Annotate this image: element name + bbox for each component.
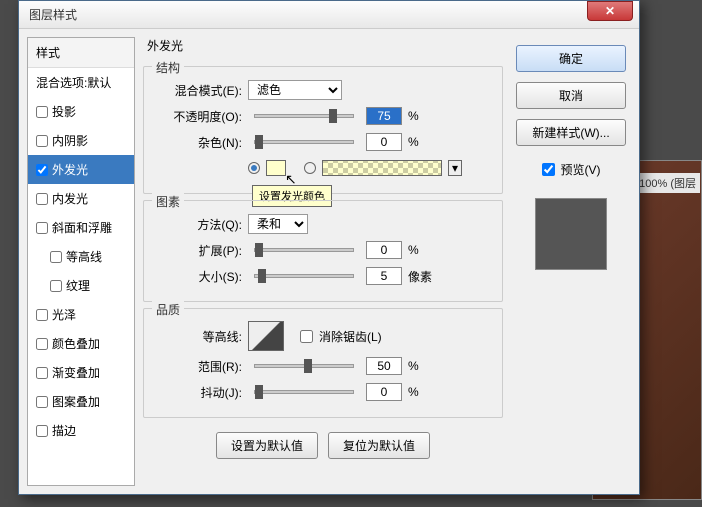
opacity-unit: % <box>408 109 419 123</box>
noise-label: 杂色(N): <box>156 134 242 151</box>
titlebar[interactable]: 图层样式 ✕ <box>19 1 639 29</box>
technique-select[interactable]: 柔和 <box>248 214 308 234</box>
checkbox-inner-shadow[interactable] <box>36 135 48 147</box>
glow-gradient-swatch[interactable] <box>322 160 442 176</box>
group-quality: 品质 等高线: 消除锯齿(L) 范围(R): 50 % 抖动(J): <box>143 308 503 418</box>
size-unit: 像素 <box>408 268 432 285</box>
window-title: 图层样式 <box>29 6 77 23</box>
jitter-slider[interactable] <box>254 390 354 394</box>
sidebar-blend-defaults[interactable]: 混合选项:默认 <box>28 68 134 97</box>
panel-title: 外发光 <box>147 37 503 54</box>
contour-label: 等高线: <box>156 328 242 345</box>
sidebar-item-bevel[interactable]: 斜面和浮雕 <box>28 213 134 242</box>
gradient-dropdown-icon[interactable]: ▾ <box>448 160 462 176</box>
range-value[interactable]: 50 <box>366 357 402 375</box>
preview-thumbnail <box>535 198 607 270</box>
radio-color[interactable] <box>248 162 260 174</box>
checkbox-drop-shadow[interactable] <box>36 106 48 118</box>
sidebar-item-inner-shadow[interactable]: 内阴影 <box>28 126 134 155</box>
sidebar-item-contour[interactable]: 等高线 <box>28 242 134 271</box>
spread-value[interactable]: 0 <box>366 241 402 259</box>
jitter-value[interactable]: 0 <box>366 383 402 401</box>
set-default-button[interactable]: 设置为默认值 <box>216 432 318 459</box>
noise-unit: % <box>408 135 419 149</box>
opacity-slider[interactable] <box>254 114 354 118</box>
ok-button[interactable]: 确定 <box>516 45 626 72</box>
opacity-value[interactable]: 75 <box>366 107 402 125</box>
checkbox-satin[interactable] <box>36 309 48 321</box>
spread-label: 扩展(P): <box>156 242 242 259</box>
range-label: 范围(R): <box>156 358 242 375</box>
checkbox-texture[interactable] <box>50 280 62 292</box>
anti-alias-checkbox[interactable] <box>300 330 313 343</box>
sidebar-item-stroke[interactable]: 描边 <box>28 416 134 445</box>
sidebar-item-outer-glow[interactable]: 外发光 <box>28 155 134 184</box>
checkbox-bevel[interactable] <box>36 222 48 234</box>
range-unit: % <box>408 359 419 373</box>
sidebar-header[interactable]: 样式 <box>28 38 134 68</box>
range-slider[interactable] <box>254 364 354 368</box>
checkbox-outer-glow[interactable] <box>36 164 48 176</box>
sidebar-item-inner-glow[interactable]: 内发光 <box>28 184 134 213</box>
sidebar-item-gradient-overlay[interactable]: 渐变叠加 <box>28 358 134 387</box>
jitter-unit: % <box>408 385 419 399</box>
noise-slider[interactable] <box>254 140 354 144</box>
styles-sidebar: 样式 混合选项:默认 投影 内阴影 外发光 内发光 斜面和浮雕 等高线 纹理 光… <box>27 37 135 486</box>
new-style-button[interactable]: 新建样式(W)... <box>516 119 626 146</box>
right-panel: 确定 取消 新建样式(W)... 预览(V) <box>511 37 631 486</box>
close-button[interactable]: ✕ <box>587 1 633 21</box>
anti-alias-label: 消除锯齿(L) <box>319 328 382 345</box>
opacity-label: 不透明度(O): <box>156 108 242 125</box>
spread-unit: % <box>408 243 419 257</box>
size-label: 大小(S): <box>156 268 242 285</box>
checkbox-contour[interactable] <box>50 251 62 263</box>
blend-mode-label: 混合模式(E): <box>156 82 242 99</box>
sidebar-item-pattern-overlay[interactable]: 图案叠加 <box>28 387 134 416</box>
sidebar-item-color-overlay[interactable]: 颜色叠加 <box>28 329 134 358</box>
preview-label: 预览(V) <box>561 161 601 178</box>
glow-color-swatch[interactable] <box>266 160 286 176</box>
group-elements-title: 图素 <box>152 193 184 210</box>
sidebar-item-satin[interactable]: 光泽 <box>28 300 134 329</box>
blend-mode-select[interactable]: 滤色 <box>248 80 342 100</box>
noise-value[interactable]: 0 <box>366 133 402 151</box>
settings-panel: 外发光 结构 混合模式(E): 滤色 不透明度(O): 75 % 杂色(N): … <box>143 37 503 486</box>
checkbox-stroke[interactable] <box>36 425 48 437</box>
spread-slider[interactable] <box>254 248 354 252</box>
group-quality-title: 品质 <box>152 301 184 318</box>
checkbox-color-overlay[interactable] <box>36 338 48 350</box>
contour-picker[interactable] <box>248 321 284 351</box>
size-slider[interactable] <box>254 274 354 278</box>
preview-checkbox[interactable] <box>542 163 555 176</box>
technique-label: 方法(Q): <box>156 216 242 233</box>
sidebar-item-texture[interactable]: 纹理 <box>28 271 134 300</box>
checkbox-pattern-overlay[interactable] <box>36 396 48 408</box>
layer-style-dialog: 图层样式 ✕ 样式 混合选项:默认 投影 内阴影 外发光 内发光 斜面和浮雕 等… <box>18 0 640 495</box>
reset-default-button[interactable]: 复位为默认值 <box>328 432 430 459</box>
group-elements: 图素 方法(Q): 柔和 扩展(P): 0 % 大小(S): 5 像素 <box>143 200 503 302</box>
group-structure: 结构 混合模式(E): 滤色 不透明度(O): 75 % 杂色(N): 0 % <box>143 66 503 194</box>
group-structure-title: 结构 <box>152 59 184 76</box>
checkbox-gradient-overlay[interactable] <box>36 367 48 379</box>
size-value[interactable]: 5 <box>366 267 402 285</box>
radio-gradient[interactable] <box>304 162 316 174</box>
checkbox-inner-glow[interactable] <box>36 193 48 205</box>
jitter-label: 抖动(J): <box>156 384 242 401</box>
sidebar-item-drop-shadow[interactable]: 投影 <box>28 97 134 126</box>
cancel-button[interactable]: 取消 <box>516 82 626 109</box>
